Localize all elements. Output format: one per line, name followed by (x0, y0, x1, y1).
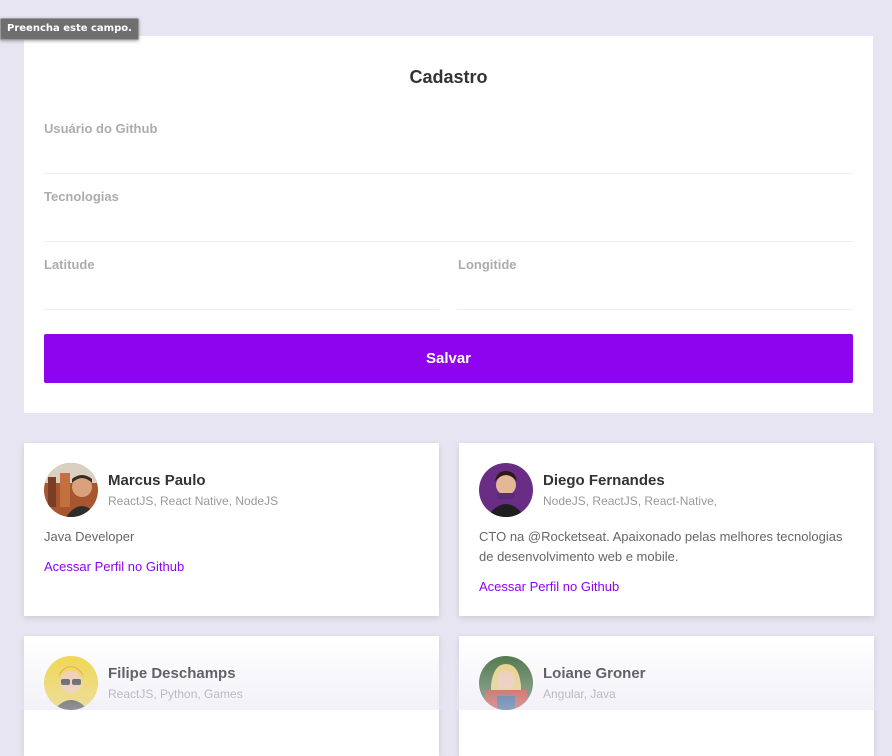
github-profile-link[interactable]: Acessar Perfil no Github (479, 579, 619, 594)
techs-field: Tecnologias (44, 189, 853, 242)
longitude-input[interactable] (458, 280, 853, 310)
dev-name: Filipe Deschamps (108, 665, 236, 682)
latitude-input[interactable] (44, 280, 439, 310)
techs-input[interactable] (44, 212, 853, 242)
dev-bio: Java Developer (44, 527, 419, 547)
dev-techs: ReactJS, Python, Games (108, 687, 243, 701)
github-user-label: Usuário do Github (44, 121, 853, 136)
longitude-label: Longitide (458, 257, 853, 272)
avatar (479, 463, 533, 517)
avatar (44, 463, 98, 517)
dev-techs: ReactJS, React Native, NodeJS (108, 494, 278, 508)
dev-card: Filipe Deschamps ReactJS, Python, Games (24, 636, 439, 756)
avatar (479, 656, 533, 710)
dev-techs: Angular, Java (543, 687, 616, 701)
github-profile-link[interactable]: Acessar Perfil no Github (44, 559, 184, 574)
github-user-input[interactable] (44, 144, 853, 174)
dev-card: Loiane Groner Angular, Java (459, 636, 874, 756)
dev-name: Loiane Groner (543, 665, 646, 682)
longitude-field: Longitide (458, 257, 853, 310)
signup-form: Cadastro Usuário do Github Tecnologias L… (24, 36, 873, 413)
save-button[interactable]: Salvar (44, 334, 853, 383)
avatar (44, 656, 98, 710)
dev-name: Marcus Paulo (108, 472, 206, 489)
dev-card: Diego Fernandes NodeJS, ReactJS, React-N… (459, 443, 874, 616)
dev-card: Marcus Paulo ReactJS, React Native, Node… (24, 443, 439, 616)
form-title: Cadastro (24, 67, 873, 88)
validation-tooltip: Preencha este campo. (0, 18, 139, 40)
dev-bio: CTO na @Rocketseat. Apaixonado pelas mel… (479, 527, 854, 567)
dev-name: Diego Fernandes (543, 472, 665, 489)
techs-label: Tecnologias (44, 189, 853, 204)
dev-techs: NodeJS, ReactJS, React-Native, (543, 494, 717, 508)
latitude-field: Latitude (44, 257, 439, 310)
github-user-field: Usuário do Github (44, 121, 853, 174)
latitude-label: Latitude (44, 257, 439, 272)
